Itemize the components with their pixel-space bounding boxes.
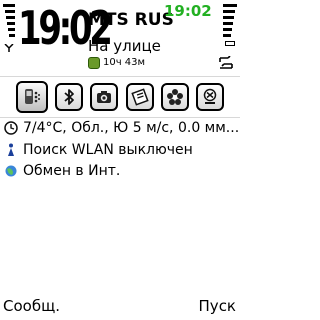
- wlan-row[interactable]: Поиск WLAN выключен: [4, 140, 193, 160]
- shortcut-xpress[interactable]: [195, 83, 224, 111]
- divider: [0, 76, 240, 77]
- call-timer: 10ч 43м: [88, 56, 145, 70]
- right-softkey[interactable]: Пуск: [199, 296, 236, 316]
- notes-icon: [130, 88, 149, 106]
- wlan-text: Поиск WLAN выключен: [23, 142, 193, 158]
- globe-icon: [5, 165, 17, 177]
- flower-icon: [166, 89, 183, 105]
- shortcut-camera[interactable]: [90, 83, 119, 111]
- operator-name: MTS RUS: [88, 10, 174, 30]
- weather-row[interactable]: 7/4°C, Обл., Ю 5 м/с, 0.0 мм...: [4, 118, 238, 138]
- shortcut-bluetooth[interactable]: [55, 83, 84, 111]
- internet-text: Обмен в Инт.: [23, 163, 121, 179]
- shortcut-notes[interactable]: [125, 83, 154, 111]
- usb-connection-icon: [219, 56, 233, 69]
- secondary-clock: 19:02: [164, 2, 212, 20]
- timer-value: 10ч 43м: [103, 57, 146, 68]
- xpress-icon: [203, 88, 217, 104]
- shortcut-bar: [16, 80, 224, 114]
- timer-icon: [88, 57, 100, 69]
- internet-row[interactable]: Обмен в Инт.: [4, 161, 120, 181]
- left-softkey[interactable]: Сообщ.: [3, 296, 60, 316]
- signal-strength-icon: [3, 4, 15, 52]
- connectivity-icon: [25, 89, 40, 104]
- battery-icon: [223, 4, 237, 46]
- camera-icon: [97, 91, 112, 103]
- bluetooth-icon: [64, 89, 75, 105]
- weather-text: 7/4°C, Обл., Ю 5 м/с, 0.0 мм...: [23, 120, 238, 136]
- shortcut-flower[interactable]: [160, 83, 189, 111]
- clock-icon: [4, 121, 18, 135]
- shortcut-connectivity[interactable]: [16, 81, 48, 113]
- wlan-icon: [8, 143, 14, 156]
- active-profile[interactable]: На улице: [88, 37, 161, 55]
- antenna-icon: [4, 44, 14, 52]
